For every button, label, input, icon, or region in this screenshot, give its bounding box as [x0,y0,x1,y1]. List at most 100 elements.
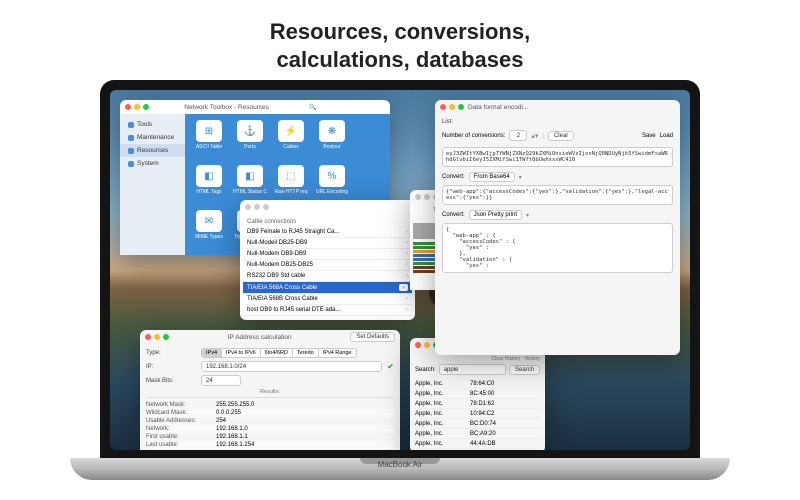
resource-tile[interactable]: ⬚ Raw HTTP req [273,165,309,205]
history-link[interactable]: History [524,356,540,362]
resource-tile[interactable]: ◧ HTML Status C [232,165,268,205]
sidebar-item-system[interactable]: System [120,157,185,170]
tab-6to46rd[interactable]: 6to4/6RD [261,349,293,357]
wrench-icon [128,122,134,128]
close-icon[interactable] [440,104,446,110]
tab-ipv4toipv6[interactable]: IPv4 to IPv6 [222,349,261,357]
tab-ipv4range[interactable]: IPv4 Range [319,349,356,357]
tile-label: ASCII Table [196,144,222,150]
conversions-stepper[interactable]: 2 [509,130,527,141]
minimize-icon[interactable] [134,104,140,110]
result-row: Network Mask:255.255.255.0 [146,401,394,409]
sidebar-item-maintenance[interactable]: Maintenance [120,131,185,144]
window-title: Data format encodi... [468,104,675,111]
minimize-icon[interactable] [449,104,455,110]
output-2-textarea[interactable]: { "web-app" : { "accessCodes" : { "yes" … [442,223,673,273]
cable-row[interactable]: TIA/EIA 568A Cross Cable› [243,282,412,294]
resource-tile[interactable]: %URL Encoding [314,165,350,205]
ip-input[interactable]: 192.168.1.0/24 [201,361,382,372]
result-row: Usable Addresses:254 [146,417,394,425]
window-ipcalc: IP Address calculation Set Defaults Type… [140,330,400,450]
chevron-right-icon: › [406,262,408,268]
tile-label: HTML Status C [233,189,267,195]
resource-tile[interactable]: ⚡Cables [273,120,309,160]
clear-history-link[interactable]: Clear History [492,356,521,362]
load-link[interactable]: Load [660,133,673,139]
cable-row[interactable]: DB9 Female to RJ45 Straight Ca...› [243,227,412,238]
zoom-icon[interactable] [458,104,464,110]
type-label: Type: [146,350,196,356]
search-input[interactable]: 🔍 Search [304,103,374,112]
result-row: Wildcard Mask:0.0.0.255 [146,409,394,417]
resource-tile[interactable]: ✉ MIME Types [191,210,227,250]
cable-row[interactable]: RS232 DB9 Std cable› [243,271,412,282]
chevron-down-icon: ▾ [519,174,522,181]
resource-tile[interactable]: ⊞ASCII Table [191,120,227,160]
tile-label: MIME Types [195,234,223,240]
result-row: Network:192.168.1.0 [146,425,394,433]
search-button[interactable]: Search [509,365,540,375]
titlebar-resources[interactable]: Network Toolbox - Resources 🔍 Search ⊞ [120,100,390,114]
cable-row[interactable]: TIA/EIA 568B Cross Cable› [243,294,412,305]
result-row: First usable:192.168.1.1 [146,433,394,441]
ip-type-tabs[interactable]: IPv4IPv4 to IPv66to4/6RDTeredoIPv4 Range [201,348,357,358]
minimize-icon[interactable] [154,334,160,340]
zoom-icon[interactable] [163,334,169,340]
tile-icon: ◧ [196,165,222,187]
cable-row[interactable]: host DB9 to RJ45 serial DTE ada...› [243,305,412,316]
cable-row[interactable]: Null-Modem DB25-DB25› [243,260,412,271]
tile-label: URL Encoding [316,189,348,195]
tile-label: Raw HTTP req [275,189,308,195]
resource-tile[interactable]: ◧HTML Tags [191,165,227,205]
close-icon[interactable] [145,334,151,340]
convert-2-select[interactable]: Json Pretty print [469,210,522,220]
mask-input[interactable]: 24 [201,375,241,386]
search-label: Search: [415,367,436,373]
gear-icon [128,135,134,141]
grid-icon[interactable]: ⊞ [378,103,385,112]
tile-icon: ◧ [237,165,263,187]
search-input[interactable]: apple [439,364,506,375]
chevron-right-icon: › [406,240,408,246]
desktop: Network Toolbox - Resources 🔍 Search ⊞ T… [110,90,690,450]
mac-row: Apple, Inc.BC:A9:20 [415,429,540,439]
sidebar-item-tools[interactable]: Tools [120,118,185,131]
convert-1-select[interactable]: From Base64 [469,172,515,182]
stepper-arrows[interactable]: ▴▾ [531,132,538,140]
sidebar-item-resources[interactable]: Resources [120,144,185,157]
headline-line2: calculations, databases [277,47,524,72]
clear-button[interactable]: Clear [548,131,574,141]
tile-icon: ⚓ [237,120,263,142]
tile-label: Cables [283,144,299,150]
resource-tile[interactable]: ⚓ Ports [232,120,268,160]
valid-icon: ✔ [387,362,394,371]
titlebar-encode[interactable]: Data format encodi... [435,100,680,114]
resource-tile[interactable]: ❋Bonjour [314,120,350,160]
mac-row: Apple, Inc.78:D1:62 [415,399,540,409]
save-link[interactable]: Save [642,133,656,139]
titlebar-cables[interactable] [240,200,415,214]
tab-teredo[interactable]: Teredo [293,349,319,357]
headline-line1: Resources, conversions, [270,19,530,44]
mac-row: Apple, Inc.78:64:C0 [415,379,540,389]
cable-row[interactable]: Null-Modem DB9-DB9› [243,249,412,260]
zoom-icon[interactable] [263,204,269,210]
traffic-lights[interactable] [125,104,149,110]
cable-row[interactable]: Null-Modeil DB25-DB9› [243,238,412,249]
tile-icon: ⬚ [278,165,304,187]
cable-list: Cable connections DB9 Female to RJ45 Str… [240,214,415,319]
tab-ipv4[interactable]: IPv4 [202,349,222,357]
output-1-textarea[interactable]: {"web-app":{"accessCodes":{"yes":},"vali… [442,185,673,205]
close-icon[interactable] [125,104,131,110]
close-icon[interactable] [245,204,251,210]
tile-icon: ✉ [196,210,222,232]
convert-label: Convert: [442,174,465,180]
minimize-icon[interactable] [254,204,260,210]
mac-row: Apple, Inc.44:4A:DB [415,439,540,449]
titlebar-ipcalc[interactable]: IP Address calculation Set Defaults [140,330,400,344]
zoom-icon[interactable] [143,104,149,110]
window-encode: Data format encodi... List: Number of co… [435,100,680,355]
set-defaults-button[interactable]: Set Defaults [350,332,395,342]
input-textarea[interactable]: eyJ3ZWItYXBwIjp7YWNjZXNzQ29kZXMiOnsieWVz… [442,147,673,167]
tile-label: Ports [244,144,256,150]
